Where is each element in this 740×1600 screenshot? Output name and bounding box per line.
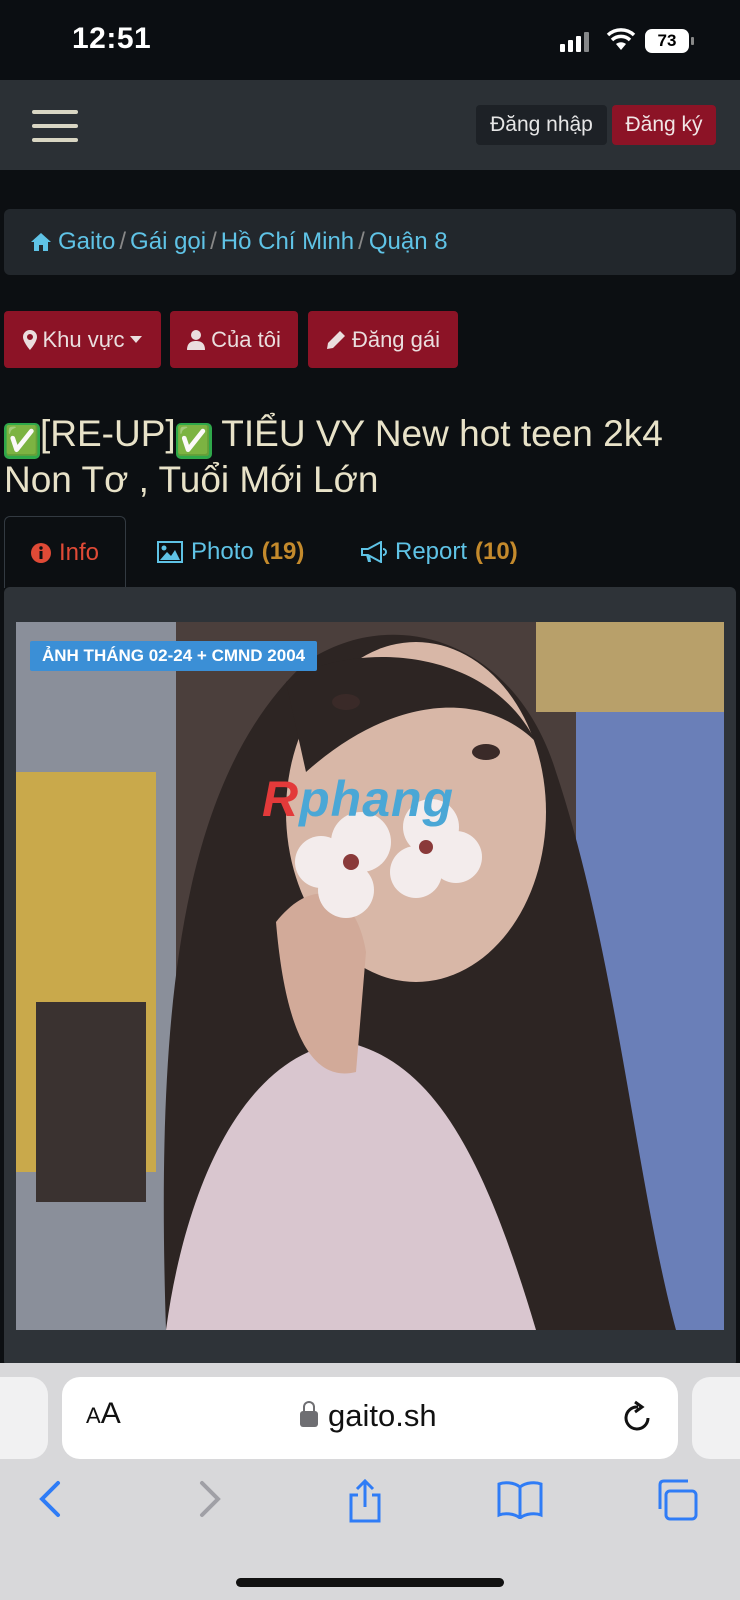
tab-photo-count: (19): [261, 538, 305, 565]
breadcrumb-item-gaito[interactable]: Gaito: [58, 228, 115, 256]
back-icon[interactable]: [36, 1479, 64, 1519]
previous-tab-preview[interactable]: [0, 1377, 48, 1459]
listing-photo[interactable]: [16, 622, 724, 1330]
home-indicator: [236, 1578, 504, 1587]
breadcrumb-separator: /: [119, 228, 127, 255]
breadcrumb-separator: /: [210, 228, 217, 255]
photo-illustration: [16, 622, 724, 1330]
hamburger-menu-icon[interactable]: [32, 110, 78, 142]
photo-date-badge: ẢNH THÁNG 02-24 + CMND 2004: [30, 641, 318, 671]
cellular-signal-icon: [560, 32, 589, 52]
tabs-icon[interactable]: [654, 1479, 700, 1521]
map-marker-icon: [22, 329, 37, 350]
share-icon[interactable]: [346, 1479, 384, 1523]
image-icon: [157, 541, 183, 563]
pencil-icon: [326, 330, 345, 349]
post-listing-button[interactable]: Đăng gái: [308, 311, 458, 368]
breadcrumb: Gaito / Gái gọi / Hồ Chí Minh / Quận 8: [4, 209, 736, 275]
watermark-logo: Rphang: [262, 771, 455, 827]
status-bar: 12:51 73: [0, 0, 740, 80]
tab-report[interactable]: Report (10): [361, 516, 518, 588]
tab-report-label: Report: [395, 538, 468, 565]
site-navbar: Đăng nhập Đăng ký: [0, 80, 740, 170]
check-badge-icon: ✅: [175, 423, 212, 459]
breadcrumb-separator: /: [358, 228, 365, 255]
breadcrumb-item-gai-goi[interactable]: Gái gọi: [130, 228, 206, 256]
my-account-label: Của tôi: [211, 326, 281, 352]
tab-photo-label: Photo: [191, 538, 254, 565]
home-icon: [31, 233, 51, 251]
url-text: gaito.sh: [328, 1398, 437, 1433]
lock-icon: [300, 1401, 318, 1427]
tab-info[interactable]: Info: [4, 516, 126, 588]
url-display[interactable]: gaito.sh: [300, 1398, 437, 1434]
info-circle-icon: [30, 542, 51, 563]
user-icon: [187, 329, 206, 350]
caret-down-icon: [130, 335, 143, 343]
battery-icon: 73: [645, 29, 694, 53]
breadcrumb-item-ho-chi-minh[interactable]: Hồ Chí Minh: [221, 228, 354, 256]
tab-info-label: Info: [58, 538, 100, 566]
tab-report-count: (10): [475, 538, 518, 565]
reload-icon[interactable]: [622, 1400, 654, 1434]
title-reup: [RE-UP]: [40, 413, 176, 454]
area-dropdown-button[interactable]: Khu vực: [4, 311, 161, 368]
forward-icon[interactable]: [196, 1479, 224, 1519]
bullhorn-icon: [361, 541, 387, 563]
breadcrumb-item-quan-8[interactable]: Quận 8: [369, 228, 448, 256]
reader-options-button[interactable]: AA: [86, 1397, 121, 1431]
next-tab-preview[interactable]: [692, 1377, 740, 1459]
bookmarks-icon[interactable]: [496, 1479, 544, 1519]
register-button[interactable]: Đăng ký: [612, 105, 716, 145]
status-time: 12:51: [72, 22, 152, 55]
area-label: Khu vực: [42, 326, 125, 352]
login-button[interactable]: Đăng nhập: [476, 105, 607, 145]
wifi-icon: [606, 28, 636, 50]
my-account-button[interactable]: Của tôi: [170, 311, 298, 368]
check-badge-icon: ✅: [4, 423, 40, 459]
battery-level: 73: [657, 31, 677, 50]
post-listing-label: Đăng gái: [351, 326, 441, 352]
tab-photo[interactable]: Photo (19): [157, 516, 304, 588]
page-title: ✅[RE-UP]✅ TIỂU VY New hot teen 2k4 Non T…: [4, 413, 736, 501]
